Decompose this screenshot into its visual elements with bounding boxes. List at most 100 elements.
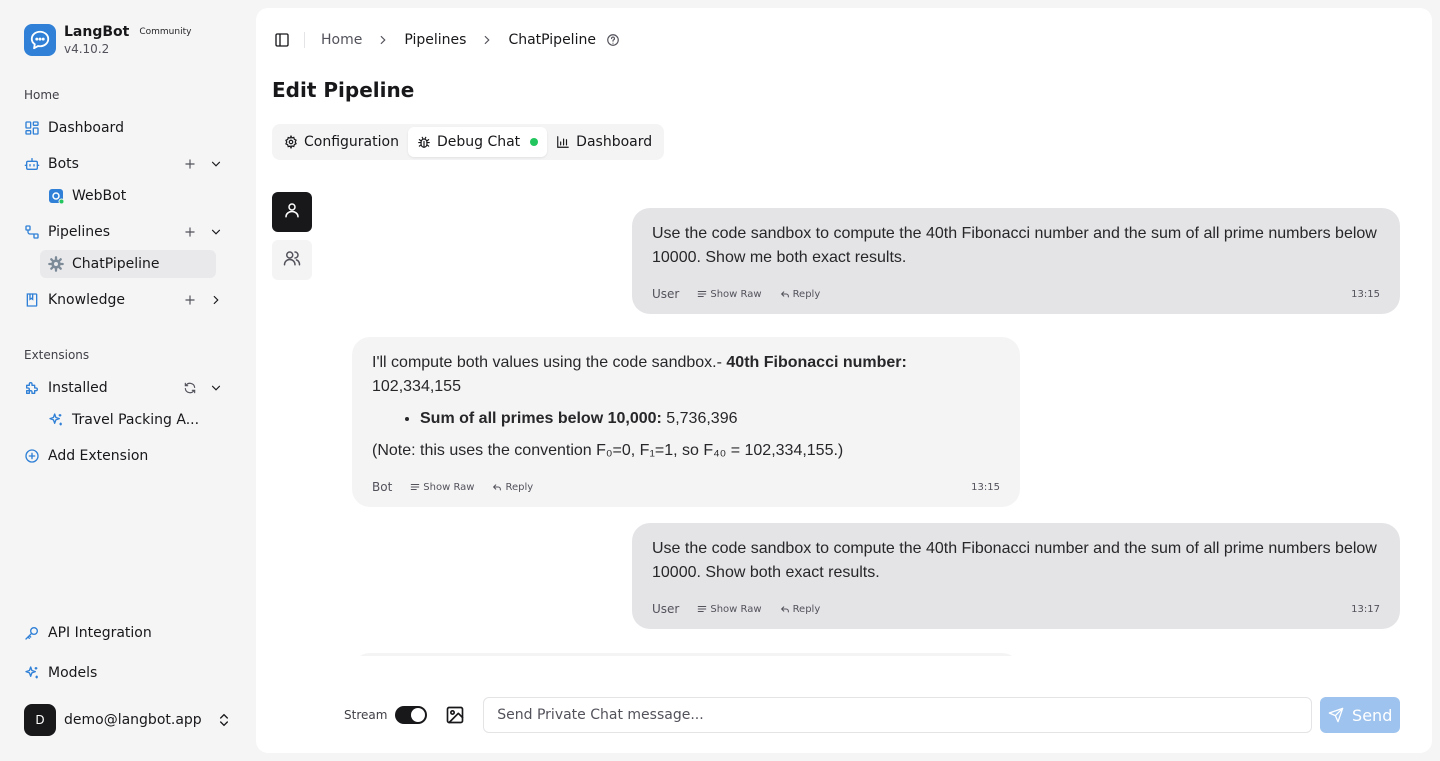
reply-label: Reply (792, 603, 821, 615)
header-divider (304, 32, 305, 48)
message-role: User (652, 287, 680, 301)
reply-icon (780, 604, 790, 614)
users-icon (283, 249, 301, 271)
sparkles-icon (24, 665, 40, 681)
prime-value: 5,736,396 (661, 410, 738, 427)
sidebar-item-dashboard[interactable]: Dashboard (16, 114, 240, 142)
sidebar-item-knowledge[interactable]: Knowledge (16, 286, 240, 314)
message-role: Bot (372, 480, 393, 494)
tab-dashboard[interactable]: Dashboard (547, 127, 661, 157)
breadcrumb-pipelines[interactable]: Pipelines (404, 32, 466, 48)
user-menu[interactable]: D demo@langbot.app (24, 704, 240, 736)
reply-button[interactable]: Reply (780, 603, 821, 615)
show-raw-button[interactable]: Show Raw (410, 482, 474, 493)
pipeline-icon (24, 224, 40, 240)
sidebar-item-api-integration[interactable]: API Integration (16, 619, 240, 647)
sidebar-item-label: Dashboard (48, 120, 124, 136)
connection-status-dot (530, 138, 539, 146)
chevron-right-icon[interactable] (208, 292, 224, 308)
breadcrumb-home[interactable]: Home (321, 32, 362, 48)
sidebar-item-chatpipeline[interactable]: ChatPipeline (40, 250, 216, 278)
dashboard-icon (24, 120, 40, 136)
show-raw-button[interactable]: Show Raw (697, 288, 762, 300)
brand[interactable]: LangBot Community v4.10.2 (24, 24, 191, 56)
chevron-down-icon[interactable] (208, 224, 224, 240)
message-timestamp: 13:15 (1351, 288, 1380, 300)
header-bar: Home Pipelines ChatPipeline (272, 28, 620, 52)
sidebar-item-models[interactable]: Models (16, 659, 240, 687)
sidebar-item-label: Pipelines (48, 224, 111, 240)
bot-icon (24, 156, 40, 172)
chevron-down-icon[interactable] (208, 156, 224, 172)
sidebar-item-label: API Integration (48, 625, 152, 641)
chevron-right-icon (480, 33, 494, 47)
page-title: Edit Pipeline (272, 78, 415, 102)
message-role: User (652, 602, 680, 616)
reply-icon (492, 482, 502, 492)
add-pipeline-plus-icon[interactable] (182, 224, 198, 240)
chat-message-bot: I'll compute both values using the code … (352, 337, 1020, 507)
breadcrumb-current: ChatPipeline (508, 32, 596, 48)
show-raw-button[interactable]: Show Raw (697, 604, 762, 615)
chat-message-bot-partial (352, 653, 1020, 656)
tab-label: Debug Chat (436, 134, 521, 150)
sidebar-item-label: Add Extension (48, 448, 149, 464)
add-bot-plus-icon[interactable] (182, 156, 198, 172)
send-button[interactable]: Send (1320, 697, 1400, 733)
chat-message-user: Use the code sandbox to compute the 40th… (632, 523, 1400, 629)
tab-debug-chat[interactable]: Debug Chat (407, 127, 548, 157)
sidebar-item-pipelines[interactable]: Pipelines (16, 218, 240, 246)
help-circle-icon[interactable] (606, 33, 620, 47)
chat-message-input[interactable] (483, 697, 1313, 733)
user-icon (283, 201, 301, 223)
edition-badge: Community (139, 27, 192, 37)
sidebar-item-add-extension[interactable]: Add Extension (16, 442, 240, 470)
message-note: (Note: this uses the convention F₀=0, F₁… (372, 442, 844, 459)
sidebar-item-bots[interactable]: Bots (16, 150, 240, 178)
main-panel: Home Pipelines ChatPipeline Edit Pipelin… (256, 8, 1432, 753)
sidebar-item-webbot[interactable]: WebBot (40, 182, 216, 210)
langbot-logo-icon (24, 24, 56, 56)
fib-value: 102,334,155 (372, 378, 461, 395)
sidebar-item-label: ChatPipeline (72, 256, 160, 272)
chevrons-up-down-icon (216, 712, 232, 732)
chevron-right-icon (376, 33, 390, 47)
text-lines-icon (697, 289, 707, 299)
sidebar-item-label: Models (48, 665, 98, 681)
chevron-down-icon[interactable] (208, 380, 224, 396)
key-icon (24, 625, 40, 641)
book-icon (24, 292, 40, 308)
sidebar-item-travel-packing[interactable]: Travel Packing A... (40, 406, 216, 434)
sidebar-item-label: Installed (48, 380, 108, 396)
reply-label: Reply (792, 288, 821, 300)
sidebar: LangBot Community v4.10.2 Home Dashboard… (0, 0, 256, 761)
bar-chart-icon (556, 135, 570, 149)
group-chat-mode-button[interactable] (272, 240, 312, 280)
fib-label: 40th Fibonacci number: (726, 354, 907, 371)
show-raw-label: Show Raw (710, 288, 762, 300)
gear-emoji-icon (48, 256, 64, 272)
plus-circle-icon (24, 448, 40, 464)
section-label-extensions: Extensions (24, 348, 90, 362)
private-chat-mode-button[interactable] (272, 192, 312, 232)
tab-configuration[interactable]: Configuration (275, 127, 408, 157)
add-knowledge-plus-icon[interactable] (182, 292, 198, 308)
sidebar-toggle-icon[interactable] (272, 30, 292, 50)
bot-intro: I'll compute both values using the code … (372, 354, 727, 371)
prime-label: Sum of all primes below 10,000: (420, 410, 662, 427)
image-upload-icon[interactable] (445, 705, 465, 725)
send-label: Send (1352, 705, 1393, 725)
sidebar-item-installed[interactable]: Installed (16, 374, 240, 402)
reply-button[interactable]: Reply (492, 482, 533, 493)
show-raw-label: Show Raw (423, 481, 475, 493)
puzzle-icon (24, 380, 40, 396)
user-email: demo@langbot.app (64, 712, 202, 728)
tab-list: Configuration Debug Chat Dashboard (272, 124, 665, 160)
sidebar-item-label: Travel Packing A... (72, 412, 200, 428)
gear-icon (284, 135, 298, 149)
chat-message-list[interactable]: Use the code sandbox to compute the 40th… (336, 188, 1416, 656)
stream-toggle[interactable] (395, 706, 428, 724)
refresh-icon[interactable] (182, 380, 198, 396)
webbot-icon (48, 188, 64, 204)
reply-button[interactable]: Reply (780, 288, 821, 300)
